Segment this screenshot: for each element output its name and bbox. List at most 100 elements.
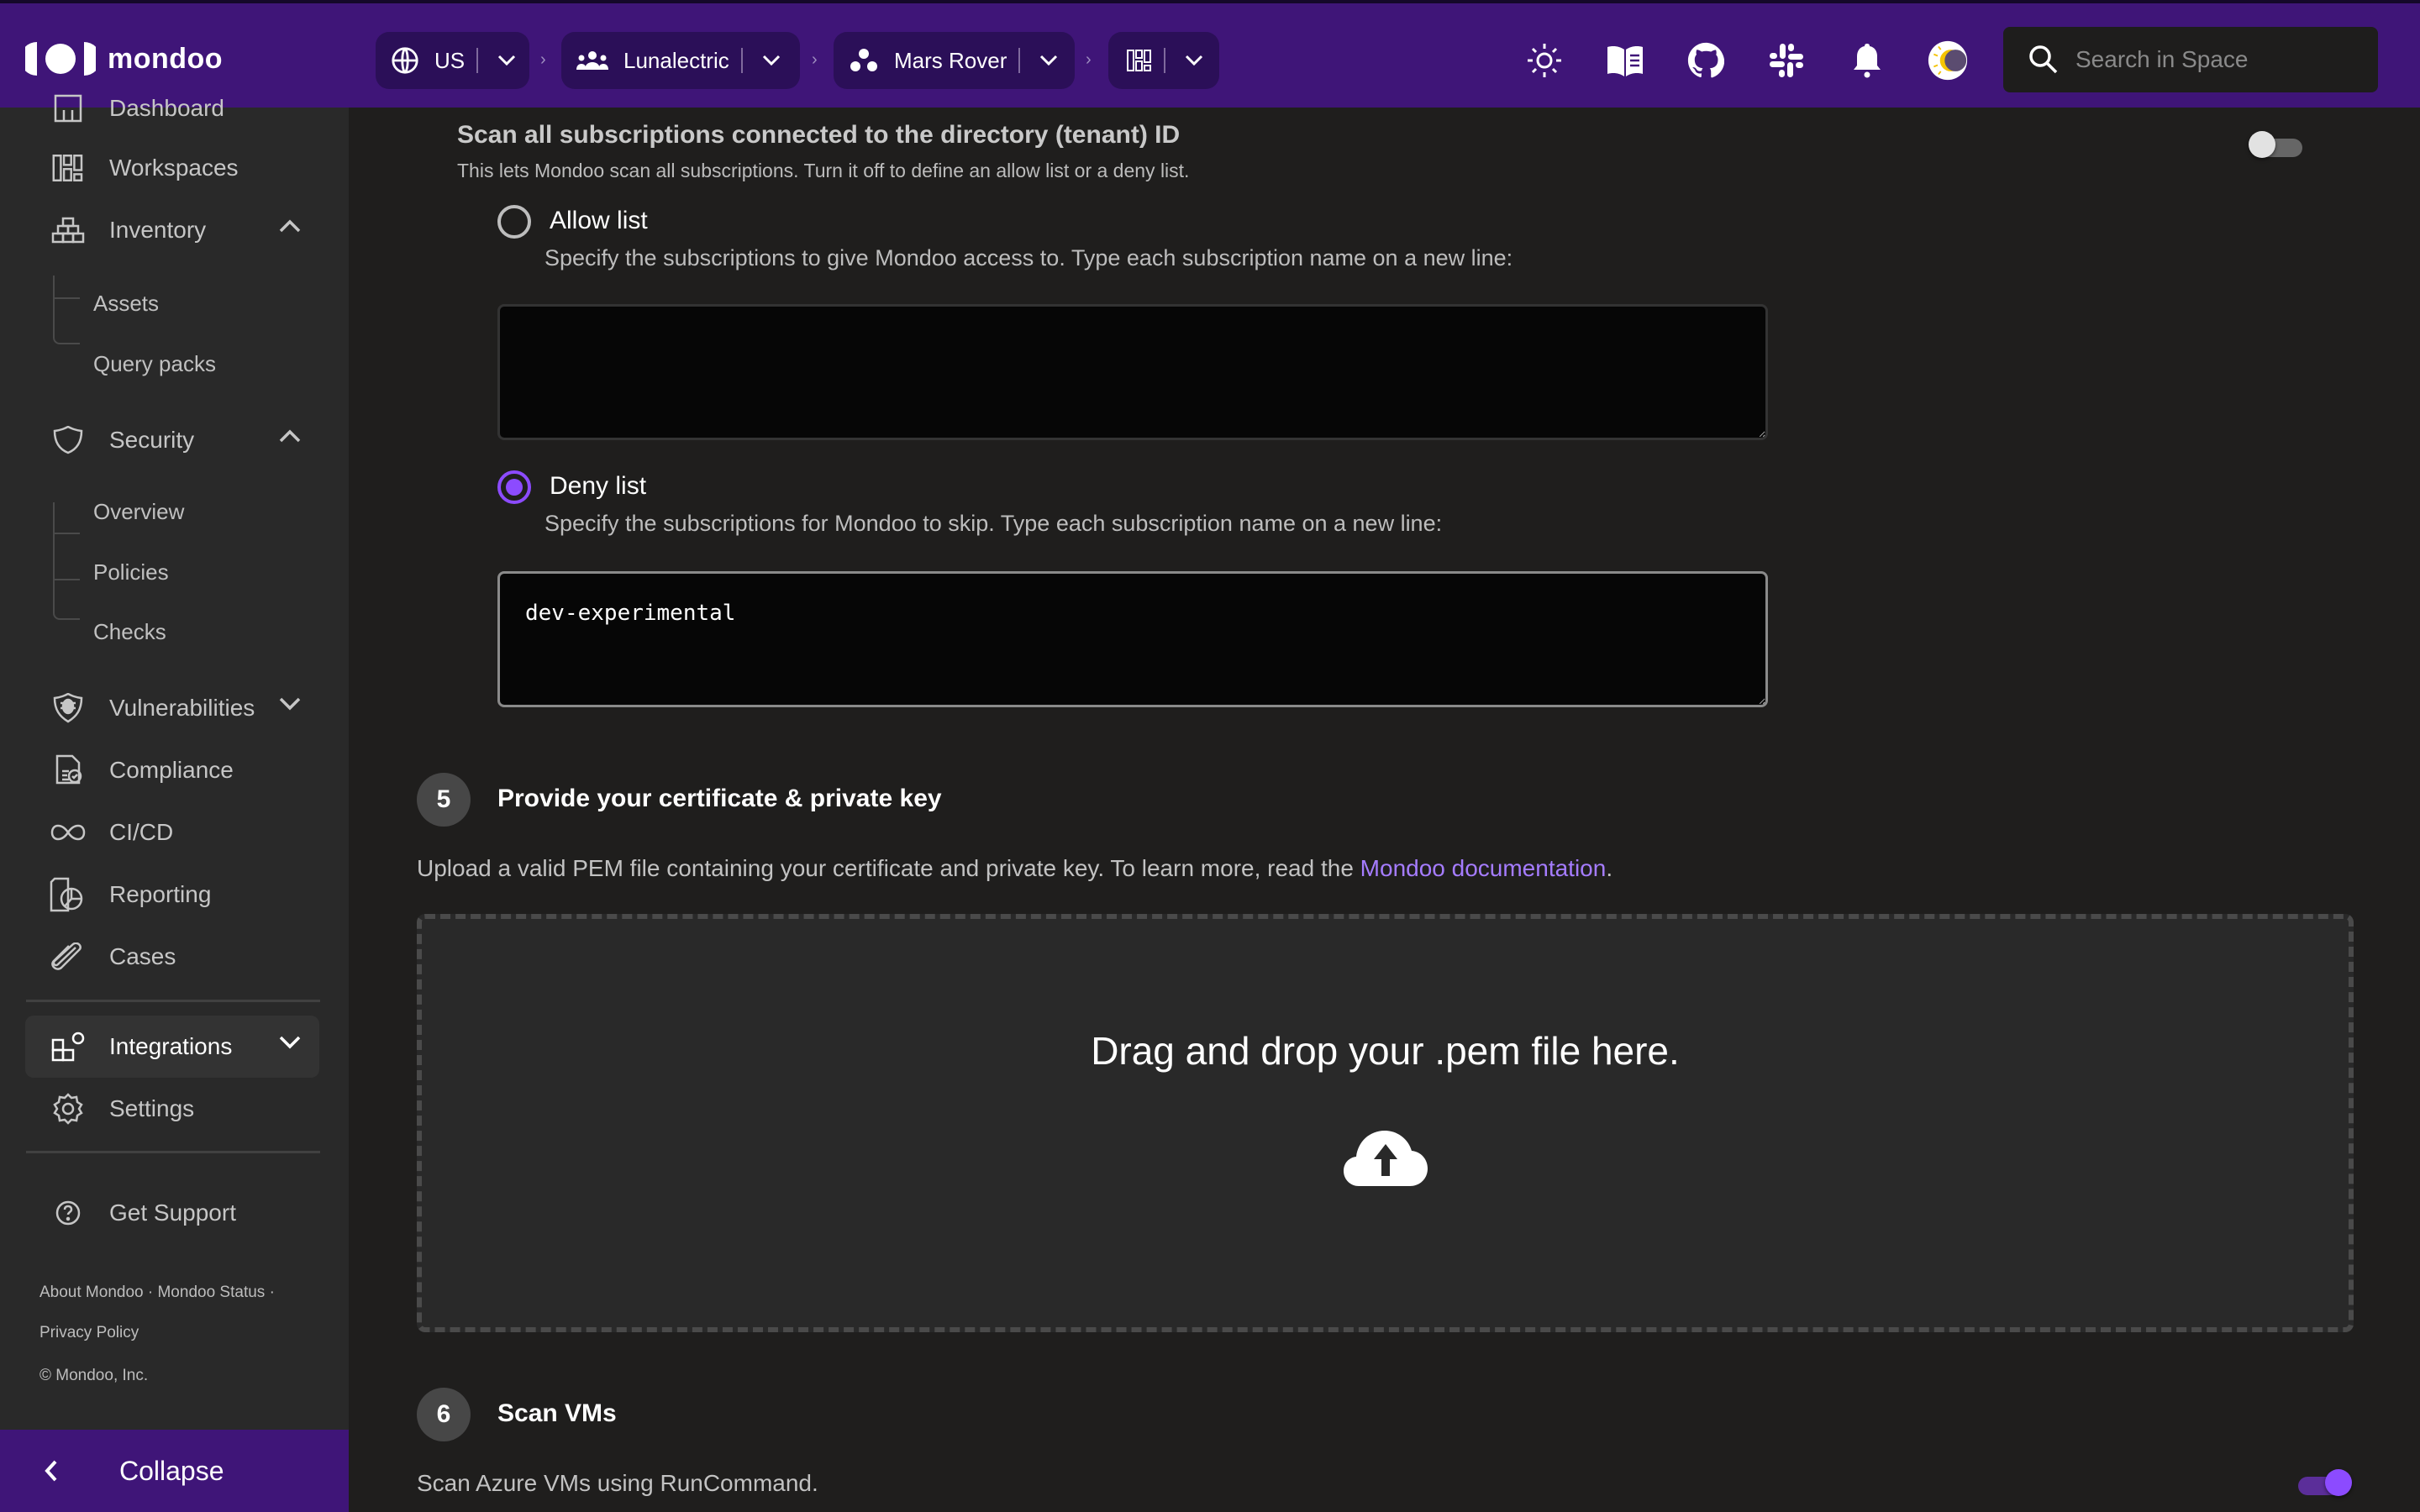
sidebar-item-cases[interactable]: Cases bbox=[25, 926, 319, 988]
about-link[interactable]: About Mondoo bbox=[39, 1284, 144, 1301]
sidebar-item-label: Cases bbox=[109, 943, 176, 969]
status-link[interactable]: Mondoo Status bbox=[157, 1284, 265, 1301]
footer-dot: · bbox=[147, 1284, 154, 1301]
sidebar-subitem-assets[interactable]: Assets bbox=[93, 291, 159, 317]
gear-icon bbox=[34, 1093, 103, 1125]
sidebar-item-cicd[interactable]: CI/CD bbox=[25, 801, 319, 864]
sidebar-subitem-checks[interactable]: Checks bbox=[93, 619, 166, 645]
workspace-selector[interactable] bbox=[1108, 32, 1219, 89]
region-selector[interactable]: US bbox=[376, 32, 529, 89]
team-icon bbox=[576, 50, 608, 71]
dashboard-icon bbox=[34, 93, 103, 123]
sidebar-divider bbox=[26, 1000, 320, 1002]
sidebar-item-label: CI/CD bbox=[109, 819, 174, 845]
chevron-up-icon[interactable] bbox=[279, 429, 301, 443]
deny-list-radio[interactable] bbox=[497, 470, 531, 504]
breadcrumb-separator: › bbox=[540, 50, 546, 69]
step-title: Provide your certificate & private key bbox=[497, 785, 942, 812]
main-content: Scan all subscriptions connected to the … bbox=[349, 108, 2420, 1512]
tree-line bbox=[55, 297, 80, 299]
theme-toggle-icon[interactable] bbox=[1928, 40, 1968, 81]
copyright: © Mondoo, Inc. bbox=[39, 1367, 149, 1384]
space-selector[interactable]: Mars Rover bbox=[834, 32, 1075, 89]
divider bbox=[1164, 48, 1165, 73]
search-box[interactable]: Search in Space bbox=[2003, 27, 2378, 92]
collapse-button[interactable]: Collapse bbox=[0, 1430, 349, 1512]
sidebar-item-label: Integrations bbox=[109, 1033, 233, 1059]
pem-dropzone[interactable]: Drag and drop your .pem file here. bbox=[417, 914, 2354, 1332]
sidebar-divider bbox=[26, 1151, 320, 1153]
deny-list-textarea[interactable] bbox=[497, 571, 1768, 707]
scan-all-title: Scan all subscriptions connected to the … bbox=[457, 121, 1181, 149]
bell-icon[interactable] bbox=[1847, 40, 1887, 81]
sidebar-item-label: Reporting bbox=[109, 881, 212, 907]
allow-list-label[interactable]: Allow list bbox=[550, 207, 648, 235]
allow-list-radio[interactable] bbox=[497, 205, 531, 239]
sidebar-item-settings[interactable]: Settings bbox=[25, 1078, 319, 1140]
shield-icon bbox=[34, 426, 103, 454]
chevron-down-icon[interactable] bbox=[279, 697, 301, 711]
step-number: 6 bbox=[417, 1388, 471, 1441]
deny-list-label[interactable]: Deny list bbox=[550, 472, 646, 501]
sidebar-item-reporting[interactable]: Reporting bbox=[25, 864, 319, 926]
organization-label: Lunalectric bbox=[623, 47, 729, 73]
scan-vms-description: Scan Azure VMs using RunCommand. bbox=[417, 1470, 818, 1496]
sidebar-item-workspaces[interactable]: Workspaces bbox=[25, 137, 319, 199]
sidebar-subitem-overview[interactable]: Overview bbox=[93, 499, 184, 525]
sidebar-item-inventory[interactable]: Inventory bbox=[25, 199, 319, 261]
sidebar-item-label: Security bbox=[109, 427, 195, 453]
sidebar-item-vulnerabilities[interactable]: Vulnerabilities bbox=[25, 677, 319, 739]
tree-line bbox=[55, 579, 80, 580]
sidebar-subitem-query-packs[interactable]: Query packs bbox=[93, 351, 216, 377]
chevron-down-icon[interactable] bbox=[1032, 55, 1065, 66]
privacy-link[interactable]: Privacy Policy bbox=[39, 1324, 139, 1342]
chevron-up-icon[interactable] bbox=[279, 219, 301, 233]
github-icon[interactable] bbox=[1686, 40, 1726, 81]
toggle-knob bbox=[2249, 131, 2275, 158]
search-icon bbox=[2028, 45, 2059, 75]
divider bbox=[740, 48, 743, 73]
divider bbox=[1018, 48, 1021, 73]
deny-list-description: Specify the subscriptions for Mondoo to … bbox=[544, 511, 1443, 536]
sidebar-item-integrations[interactable]: Integrations bbox=[25, 1016, 319, 1078]
sidebar-item-dashboard[interactable]: Dashboard bbox=[25, 77, 319, 139]
allow-list-textarea[interactable] bbox=[497, 304, 1768, 440]
bug-shield-icon bbox=[34, 693, 103, 723]
chevron-down-icon[interactable] bbox=[1177, 55, 1211, 66]
integrations-icon bbox=[34, 1032, 103, 1062]
workspaces-icon bbox=[34, 155, 103, 181]
docs-book-icon[interactable] bbox=[1605, 40, 1645, 81]
chevron-left-icon bbox=[44, 1459, 59, 1483]
breadcrumb-separator: › bbox=[1086, 50, 1092, 69]
organization-selector[interactable]: Lunalectric bbox=[561, 32, 800, 89]
globe-icon bbox=[391, 46, 419, 75]
cloud-upload-icon bbox=[1342, 1129, 1429, 1188]
compliance-icon bbox=[34, 754, 103, 786]
step-number: 5 bbox=[417, 773, 471, 827]
workspaces-icon bbox=[1127, 50, 1152, 71]
scan-all-toggle[interactable] bbox=[2249, 131, 2302, 158]
documentation-link[interactable]: Mondoo documentation bbox=[1360, 855, 1607, 881]
scan-vms-toggle[interactable] bbox=[2298, 1469, 2352, 1496]
slack-icon[interactable] bbox=[1766, 40, 1807, 81]
sidebar-item-security[interactable]: Security bbox=[25, 409, 319, 471]
sidebar-item-compliance[interactable]: Compliance bbox=[25, 739, 319, 801]
chevron-down-icon[interactable] bbox=[490, 55, 523, 66]
space-label: Mars Rover bbox=[894, 47, 1007, 73]
mondoo-logo[interactable]: mondoo bbox=[25, 40, 223, 77]
search-input[interactable]: Search in Space bbox=[2075, 46, 2248, 73]
tree-line bbox=[55, 533, 80, 534]
help-circle-icon bbox=[34, 1200, 103, 1226]
sun-icon[interactable] bbox=[1524, 40, 1565, 81]
sidebar-item-label: Settings bbox=[109, 1095, 195, 1121]
sidebar-item-label: Inventory bbox=[109, 217, 207, 243]
get-support-link[interactable]: Get Support bbox=[25, 1182, 319, 1244]
sidebar-subitem-policies[interactable]: Policies bbox=[93, 559, 169, 585]
sidebar-item-label: Compliance bbox=[109, 757, 234, 783]
pem-instructions-end: . bbox=[1606, 855, 1613, 881]
region-label: US bbox=[434, 47, 466, 73]
chevron-down-icon[interactable] bbox=[279, 1036, 301, 1049]
breadcrumb-separator: › bbox=[812, 50, 818, 69]
allow-list-description: Specify the subscriptions to give Mondoo… bbox=[544, 245, 1513, 270]
chevron-down-icon[interactable] bbox=[755, 55, 788, 66]
